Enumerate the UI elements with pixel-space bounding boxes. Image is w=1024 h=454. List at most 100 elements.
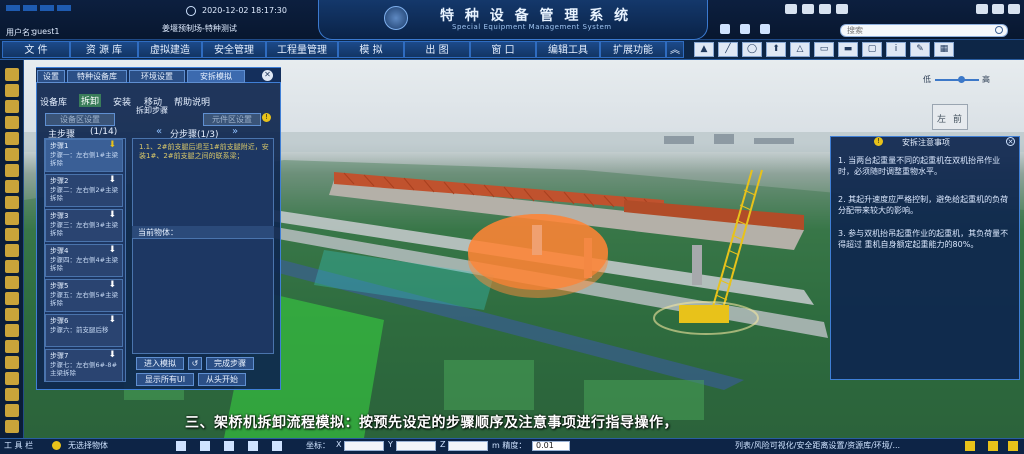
status-tool-5-icon[interactable] [272, 441, 282, 451]
tool-measure-icon[interactable] [5, 212, 19, 225]
terrain-icon[interactable]: ▲ [694, 42, 714, 57]
complete-step-button[interactable]: 完成步骤 [206, 357, 254, 370]
show-all-ui-button[interactable]: 显示所有UI [136, 373, 194, 386]
subtab-install[interactable]: 安装 [113, 95, 131, 108]
tool-open-icon[interactable] [5, 100, 19, 113]
menu-simulate[interactable]: 模 拟 [338, 41, 404, 58]
step-item-4[interactable]: 步骤4 ⬇ 步骤四：左右侧4#主梁拆除 [45, 244, 123, 277]
tool-rotate-icon[interactable] [5, 132, 19, 145]
step-item-3[interactable]: 步骤3 ⬇ 步骤三：左右侧3#主梁拆除 [45, 209, 123, 242]
menu-file[interactable]: 文 件 [2, 41, 70, 58]
measure-icon[interactable]: ✎ [910, 42, 930, 57]
subtab-equipment[interactable]: 设备库 [40, 95, 67, 108]
precision-field[interactable]: 0.01 [532, 441, 570, 451]
step-item-7[interactable]: 步骤7 ⬇ 步骤七：左右侧6#-8#主梁拆除 [45, 349, 123, 382]
y-field[interactable] [396, 441, 436, 451]
status-tool-1-icon[interactable] [176, 441, 186, 451]
tool-group-icon[interactable] [5, 356, 19, 369]
ellipse-icon[interactable]: ◯ [742, 42, 762, 57]
person-icon[interactable] [740, 24, 750, 34]
tool-paint-icon[interactable] [5, 308, 19, 321]
search-input[interactable] [841, 25, 993, 36]
search-box[interactable] [840, 24, 1008, 37]
tool-brush-icon[interactable] [5, 244, 19, 257]
info-icon[interactable]: i [886, 42, 906, 57]
tool-cut-icon[interactable] [5, 292, 19, 305]
undo-icon[interactable]: ↺ [188, 357, 202, 370]
tool-select-icon[interactable] [5, 68, 19, 81]
pin-icon[interactable]: ⬆ [766, 42, 786, 57]
restart-button[interactable]: 从头开始 [198, 373, 246, 386]
tab-environment[interactable]: 环境设置 [129, 70, 185, 83]
menu-virtual-build[interactable]: 虚拟建造 [138, 41, 202, 58]
step-item-5[interactable]: 步骤5 ⬇ 步骤五：左右侧5#主梁拆除 [45, 279, 123, 312]
nav-cube-left[interactable]: 左 [937, 112, 946, 125]
tab-settings[interactable]: 设置 [37, 70, 65, 83]
tool-snap-icon[interactable] [5, 372, 19, 385]
collapse-menu-icon[interactable]: ︽ [666, 41, 684, 58]
music-icon[interactable] [785, 4, 797, 14]
tool-move-icon[interactable] [5, 180, 19, 193]
panel-close-icon[interactable]: ✕ [262, 70, 273, 81]
tool-camera-icon[interactable] [5, 388, 19, 401]
nav-cube[interactable]: 左 前 [932, 104, 968, 130]
status-folder-icon[interactable] [965, 441, 975, 451]
settings-icon[interactable] [819, 4, 831, 14]
subtab-help[interactable]: 帮助说明 [174, 95, 210, 108]
chat-icon[interactable] [52, 441, 61, 450]
step-item-1[interactable]: 步骤1 ⬇ 步骤一：左右侧1#主梁拆除 [45, 139, 123, 172]
subtab-disassemble[interactable]: 拆卸 [79, 94, 102, 107]
tool-folder-icon[interactable] [5, 84, 19, 97]
menu-drawing[interactable]: 出 图 [404, 41, 470, 58]
menu-resource[interactable]: 资 源 库 [70, 41, 138, 58]
step-item-6[interactable]: 步骤6 ⬇ 步骤六：前支腿后移 [45, 314, 123, 347]
menu-extensions[interactable]: 扩展功能 [600, 41, 666, 58]
status-tool-2-icon[interactable] [200, 441, 210, 451]
status-tool-4-icon[interactable] [248, 441, 258, 451]
tool-delete-icon[interactable] [5, 420, 19, 433]
menu-edit-tools[interactable]: 编辑工具 [536, 41, 600, 58]
next-substep-icon[interactable]: » [232, 126, 238, 137]
tab-special-equipment[interactable]: 特种设备库 [67, 70, 127, 83]
step-item-2[interactable]: 步骤2 ⬇ 步骤二：左右侧2#主梁拆除 [45, 174, 123, 207]
grid-icon[interactable]: ▦ [934, 42, 954, 57]
menu-window[interactable]: 窗 口 [470, 41, 536, 58]
tool-sun-icon[interactable] [5, 148, 19, 161]
notice-close-icon[interactable]: ✕ [1006, 137, 1015, 146]
tool-link-icon[interactable] [5, 196, 19, 209]
search-icon[interactable] [995, 26, 1003, 34]
tool-pen-icon[interactable] [5, 228, 19, 241]
device-area-button[interactable]: 设备区设置 [45, 113, 115, 126]
tool-mark-icon[interactable] [5, 164, 19, 177]
camera-icon[interactable] [802, 4, 814, 14]
component-area-button[interactable]: 元件区设置 [203, 113, 261, 126]
status-export-icon[interactable] [1008, 441, 1018, 451]
truck-icon[interactable]: ▬ [838, 42, 858, 57]
z-field[interactable] [448, 441, 488, 451]
close-window-button[interactable] [1008, 4, 1020, 14]
maximize-button[interactable] [992, 4, 1004, 14]
plane-icon[interactable] [760, 24, 770, 34]
menu-safety[interactable]: 安全管理 [202, 41, 266, 58]
prev-substep-icon[interactable]: « [156, 126, 162, 137]
tab-install-simulation[interactable]: 安拆模拟 [187, 70, 245, 83]
tool-layer-icon[interactable] [5, 116, 19, 129]
tool-align-icon[interactable] [5, 340, 19, 353]
status-save-icon[interactable] [988, 441, 998, 451]
minimize-button[interactable] [976, 4, 988, 14]
walk-icon[interactable] [720, 24, 730, 34]
tool-export-icon[interactable] [5, 404, 19, 417]
tool-hide-icon[interactable] [5, 324, 19, 337]
line-icon[interactable]: ╱ [718, 42, 738, 57]
quality-slider-handle[interactable] [958, 76, 965, 83]
help-icon[interactable] [836, 4, 848, 14]
enter-simulation-button[interactable]: 进入模拟 [136, 357, 184, 370]
tool-crop-icon[interactable] [5, 260, 19, 273]
nav-cube-front[interactable]: 前 [953, 112, 962, 125]
screen-icon[interactable]: ▢ [862, 42, 882, 57]
triangle-icon[interactable]: △ [790, 42, 810, 57]
status-tool-3-icon[interactable] [224, 441, 234, 451]
vehicle-icon[interactable]: ▭ [814, 42, 834, 57]
menu-quantity[interactable]: 工程量管理 [266, 41, 338, 58]
x-field[interactable] [344, 441, 384, 451]
